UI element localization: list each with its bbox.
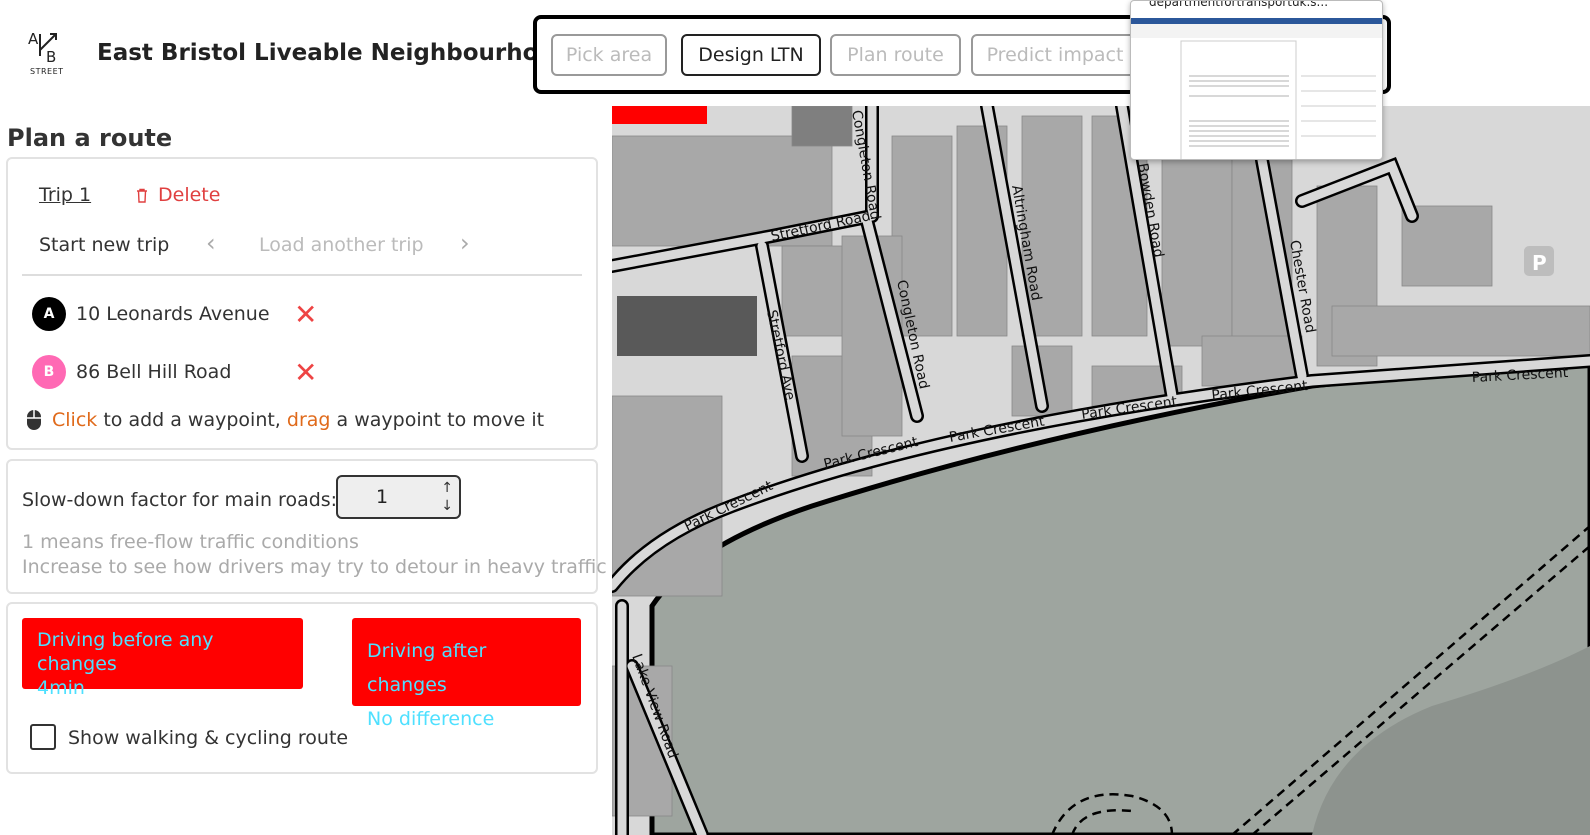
waypoint-b-badge: B [32,355,66,389]
trip-card: Trip 1 Delete Start new trip ‹ Load anot… [6,157,598,450]
tab-pick-area[interactable]: Pick area [551,34,667,76]
map-canvas[interactable]: Congleton Road Stretford Road Congleton … [612,106,1590,835]
waypoint-a-badge: A [32,297,66,331]
remove-waypoint-a-icon[interactable]: ✕ [294,298,317,331]
document-preview-icon [1131,18,1382,159]
logo-text: STREET [30,67,64,76]
slowdown-help-2: Increase to see how drivers may try to d… [22,556,607,578]
hint-drag: drag [286,409,331,431]
chevron-right-icon[interactable]: › [460,229,470,257]
driving-after-title: Driving after changes [367,640,487,696]
divider [22,274,582,276]
walking-cycling-label[interactable]: Show walking & cycling route [68,727,348,749]
delete-label: Delete [158,184,221,206]
start-new-trip-button[interactable]: Start new trip [39,234,169,256]
driving-before-result: Driving before any changes 4min [22,618,303,699]
stepper-arrows-icon[interactable]: ↑ ↓ [441,479,453,515]
slowdown-card: Slow-down factor for main roads: 1 ↑ ↓ 1 … [6,459,607,594]
remove-waypoint-b-icon[interactable]: ✕ [294,356,317,389]
waypoint-hint: Click to add a waypoint, drag a waypoint… [26,409,544,431]
waypoint-b[interactable]: B 86 Bell Hill Road [32,355,231,389]
slowdown-label: Slow-down factor for main roads: [22,489,338,511]
driving-after-value: No difference [367,708,495,730]
waypoint-a[interactable]: A 10 Leonards Avenue [32,297,270,331]
mouse-icon [27,410,41,430]
ab-street-logo-icon: A B [28,30,57,66]
load-another-trip[interactable]: Load another trip [259,234,424,256]
driving-before-title: Driving before any changes [37,629,214,675]
driving-before-value: 4min [37,677,85,699]
slowdown-stepper[interactable]: 1 ↑ ↓ [336,475,461,519]
slowdown-value: 1 [376,486,389,508]
app-logo: A B STREET [26,26,70,76]
waypoint-b-label: 86 Bell Hill Road [76,361,232,383]
thumbnail-title: departmentfortransportuk.s... [1149,0,1329,9]
svg-text:A: A [28,30,39,48]
trash-icon [137,188,147,203]
hint-end: a waypoint to move it [336,409,545,431]
document-thumbnail[interactable]: departmentfortransportuk.s... [1130,0,1383,160]
driving-after-result: Driving after changes No difference [352,618,581,730]
svg-text:B: B [46,48,56,66]
tab-design-ltn[interactable]: Design LTN [681,34,821,76]
trip-link[interactable]: Trip 1 [39,184,91,206]
delete-button[interactable]: Delete [136,184,220,206]
waypoint-a-label: 10 Leonards Avenue [76,303,270,325]
parking-label: P [1532,251,1547,275]
results-card: Driving before any changes 4min Driving … [6,602,598,774]
tab-plan-route[interactable]: Plan route [830,34,961,76]
panel-title: Plan a route [7,124,173,152]
map-view[interactable]: Congleton Road Stretford Road Congleton … [612,106,1590,835]
chevron-left-icon[interactable]: ‹ [206,229,216,257]
tab-predict-impact[interactable]: Predict impact [971,34,1139,76]
app-title: East Bristol Liveable Neighbourhood [97,40,571,66]
hint-mid: to add a waypoint, [103,409,281,431]
slowdown-help-1: 1 means free-flow traffic conditions [22,531,359,553]
walking-cycling-checkbox[interactable] [30,724,56,750]
hint-click: Click [52,409,98,431]
